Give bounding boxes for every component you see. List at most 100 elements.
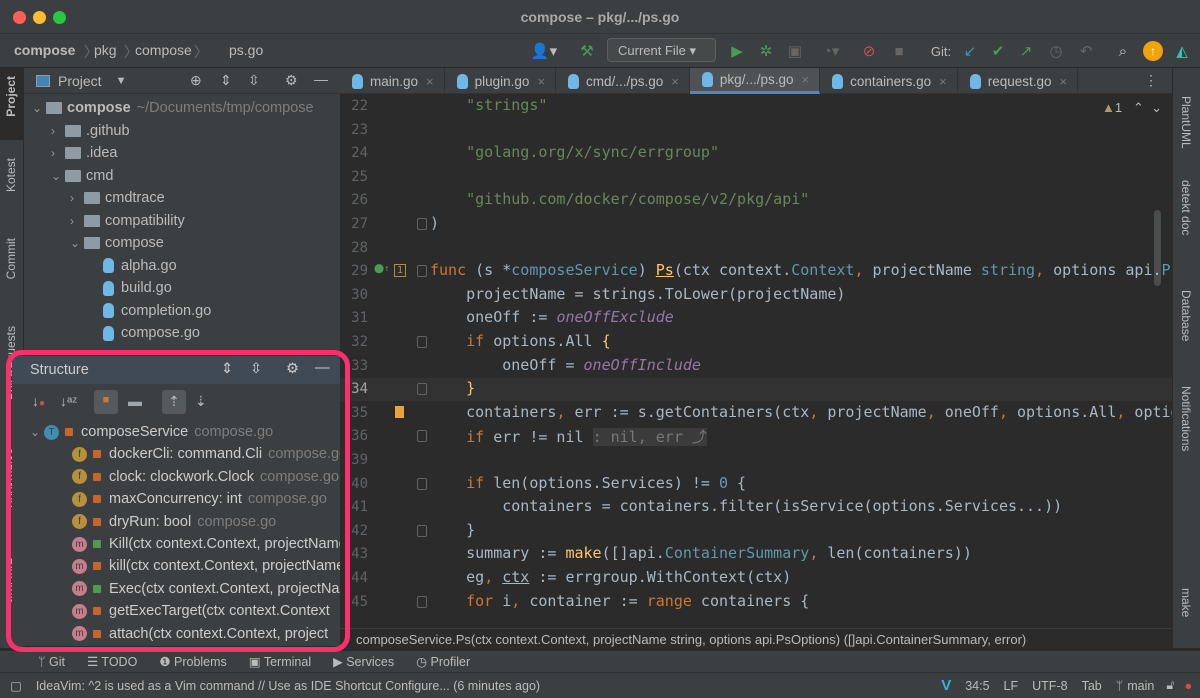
fold-marker-icon[interactable]	[417, 383, 427, 396]
code-line[interactable]: if len(options.Services) != 0 {	[430, 474, 746, 492]
tab-plugin-go[interactable]: plugin.go ×	[445, 68, 557, 94]
chevron-down-icon[interactable]: ⌄	[32, 101, 46, 115]
code-line[interactable]: projectName = strings.ToLower(projectNam…	[430, 285, 845, 303]
gear-icon[interactable]: ⚙	[285, 72, 298, 89]
git-history-icon[interactable]: ◷	[1046, 40, 1066, 62]
more-tabs-icon[interactable]: ⋮	[1144, 72, 1158, 89]
user-icon[interactable]: 👤▾	[530, 40, 558, 62]
stop-icon[interactable]: ■	[889, 40, 909, 62]
coverage-icon[interactable]: ▣	[785, 40, 805, 62]
bookmark-mnemonic-icon[interactable]: 1	[394, 264, 406, 278]
run-configuration-select[interactable]: Current File ▾	[607, 38, 716, 62]
fold-marker-icon[interactable]	[417, 336, 427, 348]
code-line[interactable]: summary := make([]api.ContainerSummary, …	[430, 544, 972, 562]
git-push-icon[interactable]: ↗	[1016, 40, 1036, 62]
chevron-down-icon[interactable]: ▼	[116, 75, 127, 87]
code-breadcrumb[interactable]: composeService.Ps(ctx context.Context, p…	[340, 628, 1172, 650]
code-line[interactable]: if options.All {	[430, 332, 611, 350]
tool-window-problems[interactable]: ❶ Problems	[159, 654, 226, 669]
file-encoding[interactable]: UTF-8	[1032, 679, 1067, 693]
close-tab-icon[interactable]: ×	[426, 74, 434, 89]
tool-window-database[interactable]: Database	[1179, 290, 1193, 341]
hide-icon[interactable]: —	[314, 71, 328, 87]
line-separator[interactable]: LF	[1004, 679, 1019, 693]
tool-window-services[interactable]: ▶ Services	[333, 654, 394, 669]
tab-request-go[interactable]: request.go ×	[958, 68, 1079, 94]
code-line[interactable]: containers, err := s.getContainers(ctx, …	[430, 403, 1172, 421]
build-hammer-icon[interactable]: ⚒	[576, 40, 598, 62]
code-editor[interactable]: ▲1 ⌃ ⌄ 22 "strings" 23 24 "golang.org/x/sy…	[340, 94, 1172, 628]
structure-root[interactable]: ⌄ TcomposeService compose.go	[30, 421, 273, 443]
chevron-right-icon[interactable]: ›	[51, 124, 65, 138]
tool-window-terminal[interactable]: ▣ Terminal	[249, 654, 311, 669]
structure-item[interactable]: m Kill(ctx context.Context, projectName	[72, 533, 344, 555]
code-line[interactable]: func (s *composeService) Ps(ctx context.…	[430, 261, 1172, 279]
breadcrumb-compose[interactable]: compose	[135, 42, 192, 58]
git-commit-icon[interactable]: ✔	[988, 40, 1008, 62]
implements-gutter-icon[interactable]: ⬤↑	[374, 264, 390, 274]
close-tab-icon[interactable]: ×	[939, 74, 947, 89]
status-message[interactable]: IdeaVim: ^2 is used as a Vim command // …	[36, 679, 540, 693]
tree-item[interactable]: alpha.go	[103, 255, 177, 277]
expand-all-icon[interactable]: ⇕	[220, 72, 232, 89]
previous-highlight-icon[interactable]: ⌃	[1133, 100, 1144, 115]
code-line[interactable]: }	[430, 379, 475, 397]
git-branch[interactable]: main	[1127, 679, 1154, 693]
show-non-public-icon[interactable]: ■	[94, 390, 118, 414]
breadcrumb-file[interactable]: ps.go	[229, 42, 263, 58]
sort-alphabetically-icon[interactable]: ↓ᵃᶻ	[60, 393, 77, 409]
tree-item[interactable]: completion.go	[103, 300, 211, 322]
breadcrumb-pkg[interactable]: pkg	[94, 42, 117, 58]
tool-window-commit[interactable]: Commit	[4, 238, 18, 279]
chevron-down-icon[interactable]: ⌄	[51, 169, 65, 183]
code-line[interactable]: "github.com/docker/compose/v2/pkg/api"	[430, 190, 809, 208]
close-tab-icon[interactable]: ×	[801, 72, 809, 87]
tree-item-root[interactable]: ⌄ compose ~/Documents/tmp/compose	[32, 97, 314, 119]
caret-position[interactable]: 34:5	[965, 679, 989, 693]
structure-item[interactable]: f clock: clockwork.Clock compose.go	[72, 466, 339, 488]
toggle-tool-windows-icon[interactable]: ▢	[10, 678, 22, 693]
code-line[interactable]: }	[430, 521, 475, 539]
tab-pkg-ps-go[interactable]: pkg/.../ps.go ×	[689, 68, 821, 94]
lock-icon[interactable]: 🔓︎	[1166, 678, 1174, 693]
close-tab-icon[interactable]: ×	[537, 74, 545, 89]
structure-item[interactable]: m getExecTarget(ctx context.Context	[72, 600, 330, 622]
fold-marker-icon[interactable]	[417, 265, 427, 278]
tool-window-notifications[interactable]: Notifications	[1179, 386, 1193, 451]
chevron-right-icon[interactable]: ›	[70, 191, 84, 205]
attach-debugger-icon[interactable]: ⊘	[858, 40, 880, 62]
tree-item[interactable]: › .github	[51, 120, 130, 142]
structure-item[interactable]: f dryRun: bool compose.go	[72, 511, 276, 533]
bookmark-icon[interactable]	[395, 405, 404, 418]
collapse-all-icon[interactable]: ⇳	[250, 361, 262, 377]
tree-item[interactable]: ⌄ cmd	[51, 165, 113, 187]
inspection-widget[interactable]: ▲1 ⌃ ⌄	[1102, 100, 1162, 116]
debug-icon[interactable]: ✲	[755, 40, 777, 62]
structure-item[interactable]: m kill(ctx context.Context, projectName	[72, 555, 344, 577]
collapse-all-icon[interactable]: ⇳	[248, 72, 260, 89]
git-update-icon[interactable]: ↙	[960, 40, 980, 62]
tree-item[interactable]: › compatibility	[70, 210, 185, 232]
code-line[interactable]: oneOff := oneOffExclude	[430, 308, 674, 326]
error-icon[interactable]: ●	[1184, 679, 1192, 693]
sort-by-visibility-icon[interactable]: ↓●	[32, 393, 45, 409]
profile-icon[interactable]: ◔▾	[813, 40, 849, 62]
tool-window-project[interactable]: Project	[4, 76, 18, 117]
search-icon[interactable]: ⌕	[1113, 40, 1133, 62]
chevron-down-icon[interactable]: ⌄	[30, 425, 44, 439]
code-line[interactable]: oneOff = oneOffInclude	[430, 356, 701, 374]
expand-all-icon[interactable]: ⇕	[221, 361, 233, 377]
structure-item[interactable]: f dockerCli: command.Cli compose.go	[72, 443, 344, 465]
next-highlight-icon[interactable]: ⌄	[1151, 100, 1162, 115]
chevron-right-icon[interactable]: ›	[51, 146, 65, 160]
ideavim-icon[interactable]: V	[941, 677, 951, 694]
gear-icon[interactable]: ⚙	[286, 361, 299, 377]
code-line[interactable]: eg, ctx := errgroup.WithContext(ctx)	[430, 568, 791, 586]
tool-window-profiler[interactable]: ◷ Profiler	[416, 654, 470, 669]
autoscroll-to-source-icon[interactable]: ⇡	[162, 390, 186, 414]
code-line[interactable]: containers = containers.filter(isService…	[430, 497, 1062, 515]
tool-window-todo[interactable]: ☰ TODO	[87, 654, 137, 669]
structure-item[interactable]: m attach(ctx context.Context, project	[72, 623, 328, 645]
tool-window-git[interactable]: ᛘ Git	[38, 655, 65, 669]
fold-marker-icon[interactable]	[417, 430, 427, 443]
